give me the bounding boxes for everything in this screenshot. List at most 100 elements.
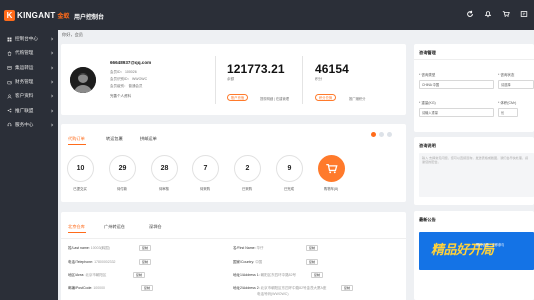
profile-card: 66648937@qq.com 会员ID： 100026 会员识别ID： WWO… <box>61 44 406 115</box>
breadcrumb: 你好，会员 <box>62 32 83 37</box>
sidebar-item-finance[interactable]: 财务管理 <box>0 75 58 89</box>
copy-button[interactable]: 复制 <box>311 272 324 278</box>
order-stat-label: 已采购 <box>241 187 253 191</box>
headset-icon <box>7 122 12 127</box>
field-value: 北京市朝阳区 <box>85 273 107 277</box>
points-redeem-button[interactable]: 积分兑换 <box>315 94 337 101</box>
order-stat-circle[interactable]: 7 <box>192 155 219 182</box>
cart-icon[interactable] <box>502 10 510 18</box>
divider <box>215 56 216 104</box>
site-title: 用户控制台 <box>74 15 105 21</box>
balance-label: 余额 <box>227 77 235 81</box>
sidebar-item-label: 控制台中心 <box>15 36 38 42</box>
sidebar-item-forwarding[interactable]: 集运转运 <box>0 61 58 75</box>
warehouse-address-card: 北京仓库 广州转运仓 深圳仓 姓/Last name: 10003(韩国) 复制… <box>61 212 406 300</box>
logo[interactable]: K KINGANT 金蚁 <box>4 9 70 21</box>
member-level: 会员级别： 普通会员 <box>110 84 143 88</box>
copy-button[interactable]: 复制 <box>133 272 146 278</box>
recharge-button[interactable]: 账户充值 <box>227 94 249 101</box>
sidebar-item-service[interactable]: 服务中心 <box>0 118 58 132</box>
panel-title: 咨询管理 <box>419 50 436 55</box>
bell-icon[interactable] <box>484 10 492 18</box>
sidebar-item-label: 服务中心 <box>15 121 34 127</box>
chevron-right-icon <box>50 123 54 127</box>
chevron-right-icon <box>50 109 54 113</box>
tab-beijing-warehouse[interactable]: 北京仓库 <box>68 224 85 230</box>
carousel-dot[interactable] <box>371 132 376 137</box>
panel-title: 最新公告 <box>419 217 436 222</box>
promo-banner[interactable]: 精品好开局 限时优惠 · 立即参与 <box>419 232 534 270</box>
sidebar-item-label: 集运转运 <box>15 64 34 70</box>
inquiry-panel: 咨询说明 输入 支撑常见问题，您可以直接咨询，发送表格或截图，我们会尽快处理，感… <box>414 137 534 205</box>
address-field: 地址2/Address 2: 北京市朝阳区东四环中路82号金茂大厦A座 <box>233 286 326 291</box>
panel-title: 咨询说明 <box>419 143 436 148</box>
field-label: 名/First Name: <box>233 246 256 250</box>
order-stat-circle[interactable]: 9 <box>276 155 303 182</box>
field-value: 华仔 <box>256 246 264 250</box>
tab-shenzhen-warehouse[interactable]: 深圳仓 <box>149 224 162 230</box>
sidebar-item-label: 客户资料 <box>15 93 34 99</box>
coupon-icon[interactable] <box>520 10 528 18</box>
consult-type-select[interactable]: CHINA 中国 <box>419 80 494 89</box>
carousel-dot[interactable] <box>387 132 392 137</box>
complete-profile-link[interactable]: 完善个人资料 <box>110 94 131 99</box>
field-label: * 咨询类型 <box>419 73 436 77</box>
sidebar-item-affiliate[interactable]: 推广联盟 <box>0 103 58 117</box>
member-code: 会员识别ID： WWOWC <box>110 77 148 81</box>
field-label: 地址1/Address 1: <box>233 273 260 277</box>
sidebar-item-console[interactable]: 控制台中心 <box>0 32 58 46</box>
field-value: 朝阳区东四环中路82号 <box>260 273 297 277</box>
order-stat-circle[interactable]: 2 <box>234 155 261 182</box>
order-stat-label: 已完成 <box>283 187 295 191</box>
tab-purchase-orders[interactable]: 代购订单 <box>68 136 85 142</box>
sidebar-item-label: 财务管理 <box>15 79 34 85</box>
address-field: 地址1/Address 1: 朝阳区东四环中路82号 <box>233 273 296 278</box>
volume-input[interactable]: 长 <box>498 108 518 117</box>
tab-guangzhou-warehouse[interactable]: 广州转运仓 <box>104 224 125 230</box>
field-label: 地区/Area: <box>68 273 85 277</box>
carousel-dots <box>371 132 392 137</box>
avatar[interactable] <box>70 67 96 93</box>
user-email: 66648937@qq.com <box>110 60 152 65</box>
address-field: 名/First Name: 华仔 <box>233 246 264 251</box>
tab-underline <box>68 232 86 233</box>
copy-button[interactable]: 复制 <box>141 285 154 291</box>
field-value: 中国 <box>255 260 263 264</box>
copy-button[interactable]: 复制 <box>139 259 152 265</box>
cart-icon <box>326 163 338 174</box>
field-label: 姓/Last name: <box>68 246 90 250</box>
copy-button[interactable]: 复制 <box>341 285 354 291</box>
address-field: 地区/Area: 北京市朝阳区 <box>68 273 106 278</box>
copy-button[interactable]: 复制 <box>139 245 152 251</box>
field-label: 国家/Country: <box>233 260 255 264</box>
points-value: 46154 <box>315 62 349 76</box>
field-label: * 咨询状态 <box>498 73 515 77</box>
chevron-right-icon <box>50 80 54 84</box>
consult-status-select[interactable]: 请选择 <box>498 80 534 89</box>
sidebar-item-purchase[interactable]: 代购管理 <box>0 46 58 60</box>
promo-link[interactable]: 推广赚积分 <box>349 96 365 101</box>
order-stat-circle[interactable]: 10 <box>67 155 94 182</box>
order-stat-circle[interactable]: 29 <box>109 155 136 182</box>
chevron-right-icon <box>50 94 54 98</box>
refresh-icon[interactable] <box>466 10 474 18</box>
orders-card: 代购订单 转运包裹 拼邮运单 10 已提交买 29 待付款 28 待审核 7 待… <box>61 124 406 202</box>
wallet-icon <box>7 80 12 85</box>
carousel-dot[interactable] <box>379 132 384 137</box>
copy-button[interactable]: 复制 <box>306 245 319 251</box>
divider <box>414 59 534 60</box>
tab-forward-packages[interactable]: 转运包裹 <box>106 136 123 142</box>
field-label: 邮编/PostCode: <box>68 286 93 290</box>
weight-input[interactable]: 请输入重量 <box>419 108 494 117</box>
address-field: 电话/Telephone: 17800002332 <box>68 260 116 265</box>
consult-panel: 咨询管理 * 咨询类型 CHINA 中国 * 咨询状态 请选择 * 重量(KG)… <box>414 44 534 132</box>
order-stat-circle[interactable]: 28 <box>151 155 178 182</box>
tab-group-shipments[interactable]: 拼邮运单 <box>140 136 157 142</box>
cart-button[interactable] <box>318 155 345 182</box>
sidebar-item-customer[interactable]: 客户资料 <box>0 89 58 103</box>
inquiry-textarea[interactable]: 输入 支撑常见问题，您可以直接咨询，发送表格或截图，我们会尽快处理，感谢您的配合… <box>419 153 534 197</box>
order-stat-label: 待审核 <box>158 187 170 191</box>
copy-button[interactable]: 复制 <box>306 259 319 265</box>
withdraw-link[interactable]: 提现明细 | 在建管理 <box>260 96 289 101</box>
chevron-right-icon <box>50 37 54 41</box>
